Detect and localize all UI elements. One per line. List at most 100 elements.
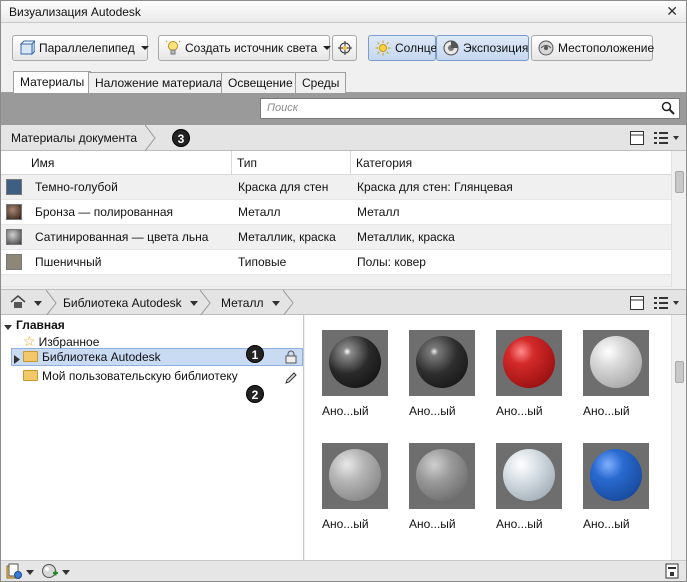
folder-icon	[23, 351, 38, 362]
favorites-label: Избранное	[38, 335, 100, 349]
user-library-label: Мой пользовательскую библиотеку	[42, 369, 238, 383]
light-icon	[165, 40, 181, 56]
exposure-icon	[443, 40, 459, 56]
home-icon[interactable]	[10, 295, 26, 312]
box-button[interactable]: Параллелепипед	[12, 35, 149, 61]
table-scrollbar[interactable]	[671, 151, 686, 287]
library-crumb[interactable]: Библиотека Autodesk	[53, 290, 192, 316]
tab-materials[interactable]: Материалы	[13, 71, 92, 93]
panel-icon[interactable]	[665, 563, 679, 582]
expand-icon[interactable]	[4, 321, 13, 335]
pencil-icon[interactable]	[284, 371, 298, 388]
material-tile[interactable]: Ано...ый	[583, 443, 649, 531]
search-input[interactable]: Поиск	[260, 98, 680, 119]
tab-strip: Материалы Наложение материала Освещение …	[1, 69, 686, 93]
document-materials-bar: Материалы документа 3	[1, 125, 686, 151]
search-icon[interactable]	[661, 101, 675, 118]
title-bar: Визуализация Autodesk ✕	[1, 1, 686, 23]
column-header-name[interactable]: Имя	[31, 156, 54, 170]
tree-node-user-library[interactable]: Мой пользовательскую библиотеку	[23, 369, 238, 383]
box-icon	[19, 39, 37, 56]
column-header-type[interactable]: Тип	[237, 156, 257, 170]
close-icon[interactable]: ✕	[666, 3, 678, 20]
material-thumbnail	[496, 330, 562, 396]
toolbar: Параллелепипед Создать источник света Со…	[1, 24, 686, 68]
document-materials-table: Имя Тип Категория Темно-голубой Краска д…	[1, 151, 686, 287]
material-tile[interactable]: Ано...ый	[322, 330, 388, 418]
table-row[interactable]: Пшеничный Типовые Полы: ковер	[1, 250, 671, 275]
scrollbar-thumb[interactable]	[675, 361, 684, 383]
tab-lighting[interactable]: Освещение	[221, 72, 300, 93]
list-view-icon[interactable]	[654, 296, 680, 313]
box-button-label: Параллелепипед	[39, 41, 135, 55]
location-button[interactable]: Местоположение	[531, 35, 655, 61]
material-tile-label: Ано...ый	[583, 517, 630, 531]
create-light-label: Создать источник света	[185, 41, 318, 55]
location-button-label: Местоположение	[558, 41, 655, 55]
material-tile-label: Ано...ый	[322, 404, 369, 418]
exposure-button[interactable]: Экспозиция	[436, 35, 529, 61]
material-category: Металл	[357, 205, 400, 219]
create-light-button[interactable]: Создать источник света	[158, 35, 332, 61]
library-icon[interactable]	[6, 563, 22, 582]
material-browser-icon[interactable]	[41, 563, 59, 582]
material-type: Краска для стен	[238, 180, 329, 194]
table-row[interactable]: Сатинированная — цвета льна Металлик, кр…	[1, 225, 671, 250]
chevron-down-icon[interactable]	[26, 570, 34, 575]
material-name: Сатинированная — цвета льна	[35, 230, 209, 244]
table-row[interactable]: Бронза — полированная Металл Металл	[1, 200, 671, 225]
material-tile[interactable]: Ано...ый	[496, 443, 562, 531]
tile-view-icon[interactable]	[630, 131, 644, 148]
chevron-down-icon[interactable]	[190, 301, 198, 306]
visualization-window: Визуализация Autodesk ✕ Параллелепипед С…	[0, 0, 687, 582]
tree-node-autodesk-library[interactable]: Библиотека Autodesk	[23, 350, 161, 364]
callout-badge: 3	[172, 129, 190, 147]
table-header: Имя Тип Категория	[1, 151, 671, 175]
tab-environments[interactable]: Среды	[295, 72, 347, 93]
material-thumbnail	[322, 330, 388, 396]
material-tile[interactable]: Ано...ый	[409, 443, 475, 531]
tree-node-home[interactable]: Главная	[16, 318, 65, 332]
material-category: Металлик, краска	[357, 230, 455, 244]
chevron-down-icon	[323, 46, 332, 50]
material-type: Металлик, краска	[238, 230, 336, 244]
material-tile[interactable]: Ано...ый	[322, 443, 388, 531]
chevron-down-icon[interactable]	[272, 301, 280, 306]
callout-badge: 2	[246, 385, 264, 403]
material-tile-label: Ано...ый	[409, 404, 456, 418]
callout-badge: 1	[246, 345, 264, 363]
tab-material-mapping[interactable]: Наложение материала	[88, 72, 230, 93]
material-thumbnail	[409, 330, 475, 396]
material-tile[interactable]: Ано...ый	[496, 330, 562, 418]
document-materials-crumb[interactable]: Материалы документа	[1, 125, 147, 151]
list-view-icon[interactable]	[654, 131, 680, 148]
column-separator[interactable]	[350, 151, 351, 175]
scrollbar-thumb[interactable]	[675, 171, 684, 193]
tile-view-icon[interactable]	[630, 296, 644, 313]
table-row[interactable]	[1, 275, 671, 287]
material-thumbnail	[583, 330, 649, 396]
material-tile[interactable]: Ано...ый	[409, 330, 475, 418]
material-tile-label: Ано...ый	[322, 517, 369, 531]
autodesk-library-label: Библиотека Autodesk	[42, 350, 161, 364]
grid-scrollbar[interactable]	[671, 315, 686, 560]
material-category: Полы: ковер	[357, 255, 426, 269]
expand-arrow-icon[interactable]	[13, 353, 21, 367]
metal-crumb[interactable]: Металл	[211, 290, 273, 316]
material-swatch	[6, 179, 22, 195]
target-icon	[337, 40, 353, 56]
column-separator[interactable]	[231, 151, 232, 175]
column-header-category[interactable]: Категория	[356, 156, 412, 170]
material-swatch	[6, 229, 22, 245]
material-thumbnail	[496, 443, 562, 509]
material-name: Пшеничный	[35, 255, 102, 269]
chevron-down-icon[interactable]	[62, 570, 70, 575]
sun-button[interactable]: Солнце	[368, 35, 437, 61]
chevron-down-icon[interactable]	[34, 301, 42, 306]
material-thumbnail	[583, 443, 649, 509]
material-thumbnail	[409, 443, 475, 509]
target-button[interactable]	[332, 35, 357, 61]
library-nav-bar: Библиотека Autodesk Металл	[1, 289, 686, 316]
material-tile[interactable]: Ано...ый	[583, 330, 649, 418]
table-row[interactable]: Темно-голубой Краска для стен Краска для…	[1, 175, 671, 200]
